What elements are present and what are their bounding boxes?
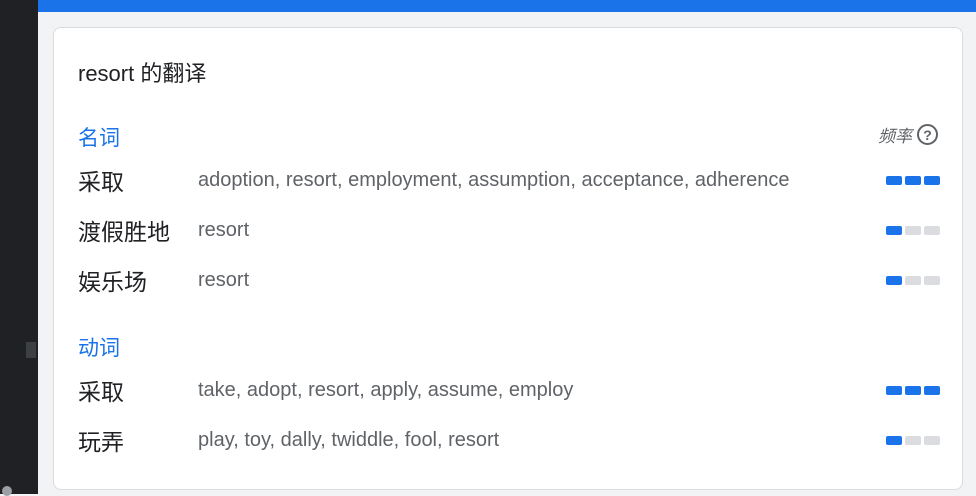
- translation-term: 采取: [78, 379, 124, 405]
- translation-synonyms: take, adopt, resort, apply, assume, empl…: [198, 378, 574, 401]
- frequency-segment: [905, 385, 921, 395]
- top-accent-bar: [38, 0, 976, 12]
- translation-term: 采取: [78, 169, 124, 195]
- translation-term: 娱乐场: [78, 269, 147, 295]
- translation-row[interactable]: 娱乐场 resort: [78, 260, 940, 300]
- frequency-indicator: [886, 275, 940, 285]
- translation-row[interactable]: 玩弄 play, toy, dally, twiddle, fool, reso…: [78, 420, 940, 460]
- frequency-segment: [924, 225, 940, 235]
- pos-label-noun: 名词: [78, 127, 120, 150]
- translation-synonyms: play, toy, dally, twiddle, fool, resort: [198, 428, 500, 451]
- card-title: resort 的翻译: [78, 61, 207, 86]
- frequency-indicator: [886, 225, 940, 235]
- translation-row[interactable]: 采取 adoption, resort, employment, assumpt…: [78, 160, 940, 200]
- translation-synonyms: adoption, resort, employment, assumption…: [198, 168, 790, 191]
- frequency-segment: [886, 435, 902, 445]
- frequency-segment: [905, 175, 921, 185]
- translation-card: resort 的翻译 频率 ? 名词 采取 adoption, resort, …: [53, 27, 963, 490]
- rail-marker: [26, 342, 36, 358]
- frequency-segment: [924, 385, 940, 395]
- translation-term: 渡假胜地: [78, 219, 170, 245]
- translation-synonyms: resort: [198, 268, 250, 291]
- left-rail: [0, 0, 38, 496]
- frequency-segment: [905, 225, 921, 235]
- frequency-segment: [924, 175, 940, 185]
- question-circle-icon[interactable]: ?: [917, 124, 938, 145]
- frequency-header: 频率 ?: [878, 122, 938, 147]
- frequency-indicator: [886, 435, 940, 445]
- frequency-indicator: [886, 385, 940, 395]
- frequency-segment: [886, 385, 902, 395]
- translation-term: 玩弄: [78, 429, 124, 455]
- frequency-indicator: [886, 175, 940, 185]
- frequency-segment: [905, 275, 921, 285]
- rail-dot-icon: [2, 486, 12, 496]
- translation-row[interactable]: 渡假胜地 resort: [78, 210, 940, 250]
- pos-label-verb: 动词: [78, 337, 120, 360]
- frequency-label: 频率: [878, 127, 912, 146]
- frequency-segment: [886, 175, 902, 185]
- frequency-segment: [924, 275, 940, 285]
- frequency-segment: [886, 225, 902, 235]
- frequency-segment: [924, 435, 940, 445]
- frequency-segment: [886, 275, 902, 285]
- frequency-segment: [905, 435, 921, 445]
- translation-synonyms: resort: [198, 218, 250, 241]
- translation-row[interactable]: 采取 take, adopt, resort, apply, assume, e…: [78, 370, 940, 410]
